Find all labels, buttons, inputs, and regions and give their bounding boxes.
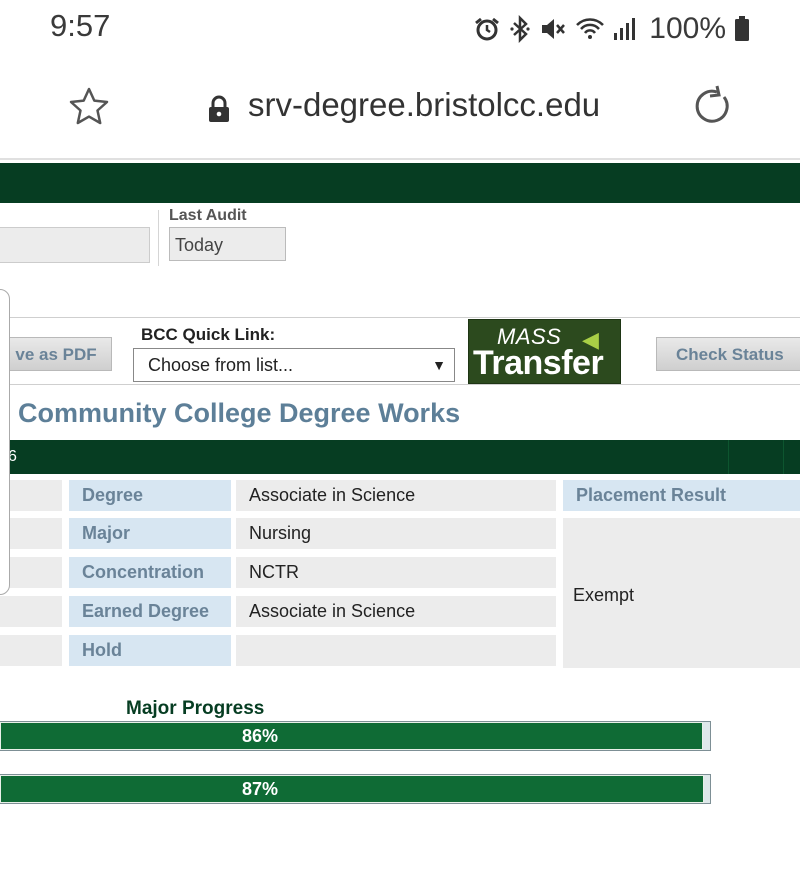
mute-icon [539, 15, 567, 43]
top-banner [0, 163, 800, 203]
info-value-degree: Associate in Science [236, 480, 556, 511]
divider [158, 210, 159, 266]
info-left-cell [0, 596, 62, 627]
url-text[interactable]: srv-degree.bristolcc.edu [248, 86, 600, 124]
battery-icon [734, 15, 750, 43]
page-title: Community College Degree Works [18, 398, 461, 428]
bluetooth-icon [509, 15, 531, 43]
side-panel-tab[interactable] [0, 289, 10, 595]
info-label-hold: Hold [69, 635, 231, 666]
placement-result-value: Exempt [573, 585, 635, 605]
divider [0, 317, 800, 318]
major-progress-label: Major Progress [126, 698, 265, 719]
info-value-hold [236, 635, 556, 666]
info-value-concentration: NCTR [236, 557, 556, 588]
info-value-earned-degree: Associate in Science [236, 596, 556, 627]
divider [783, 440, 784, 474]
reload-icon[interactable] [690, 84, 734, 133]
divider [0, 158, 800, 160]
progress-bar-text: 87% [241, 779, 279, 799]
student-header-bar: 6 [0, 440, 800, 474]
info-label-major: Major [69, 518, 231, 549]
quick-link-label: BCC Quick Link: [141, 325, 276, 344]
signal-icon [613, 15, 637, 43]
last-audit-field[interactable]: Today [169, 227, 286, 261]
placement-result-label: Placement Result [563, 480, 800, 511]
info-label-earned-degree: Earned Degree [69, 596, 231, 627]
mass-transfer-logo[interactable]: MASS ◀ Transfer [468, 319, 621, 384]
divider [0, 384, 800, 385]
progress-bar: 87% [0, 774, 711, 804]
check-status-button[interactable]: Check Status [656, 337, 800, 371]
status-icons: 100% [473, 12, 750, 46]
dropdown-arrow-icon: ▼ [432, 357, 446, 373]
alarm-icon [473, 15, 501, 43]
info-label-concentration: Concentration [69, 557, 231, 588]
student-id-field[interactable] [0, 227, 150, 263]
progress-bar: 86% [0, 721, 711, 751]
mass-transfer-line2: Transfer [473, 344, 604, 382]
info-label-degree: Degree [69, 480, 231, 511]
lock-icon [206, 94, 232, 129]
quick-link-value: Choose from list... [148, 355, 294, 375]
quick-link-select[interactable]: Choose from list... ▼ [133, 348, 455, 382]
save-as-pdf-button[interactable]: ve as PDF [0, 337, 112, 371]
progress-bar-text: 86% [241, 726, 279, 746]
last-audit-label: Last Audit [169, 207, 247, 224]
divider [728, 440, 729, 474]
status-time: 9:57 [50, 8, 111, 43]
bookmark-star-icon[interactable] [68, 86, 110, 131]
battery-percent: 100% [649, 12, 726, 45]
info-left-cell [0, 635, 62, 666]
wifi-icon [575, 15, 605, 43]
info-value-major: Nursing [236, 518, 556, 549]
